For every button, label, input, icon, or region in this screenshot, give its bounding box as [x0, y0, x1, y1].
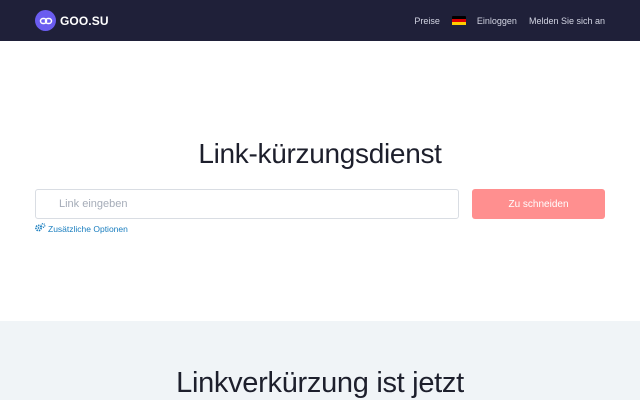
shorten-button[interactable]: Zu schneiden [472, 189, 605, 219]
top-navbar: GOO.SU Preise Einloggen Melden Sie sich … [0, 0, 640, 41]
hero-section: Link-kürzungsdienst Zu schneiden Zusätzl… [0, 41, 640, 321]
page-title: Link-kürzungsdienst [198, 138, 442, 169]
nav-pricing-link[interactable]: Preise [414, 16, 440, 26]
nav-signup-link[interactable]: Melden Sie sich an [529, 16, 605, 26]
brand-name: GOO.SU [60, 13, 109, 28]
brand-home-link[interactable]: GOO.SU [35, 10, 109, 31]
section-heading: Linkverkürzung ist jetzt [176, 367, 464, 399]
germany-flag-icon[interactable] [451, 15, 466, 26]
nav-login-link[interactable]: Einloggen [477, 16, 517, 26]
additional-options-link[interactable]: Zusätzliche Optionen [35, 223, 128, 234]
main-nav: Preise Einloggen Melden Sie sich an [414, 15, 605, 26]
link-icon [35, 10, 56, 31]
url-input[interactable] [35, 189, 459, 219]
info-section: Linkverkürzung ist jetzt [0, 321, 640, 400]
additional-options-label: Zusätzliche Optionen [48, 223, 128, 234]
gears-icon [35, 223, 46, 234]
